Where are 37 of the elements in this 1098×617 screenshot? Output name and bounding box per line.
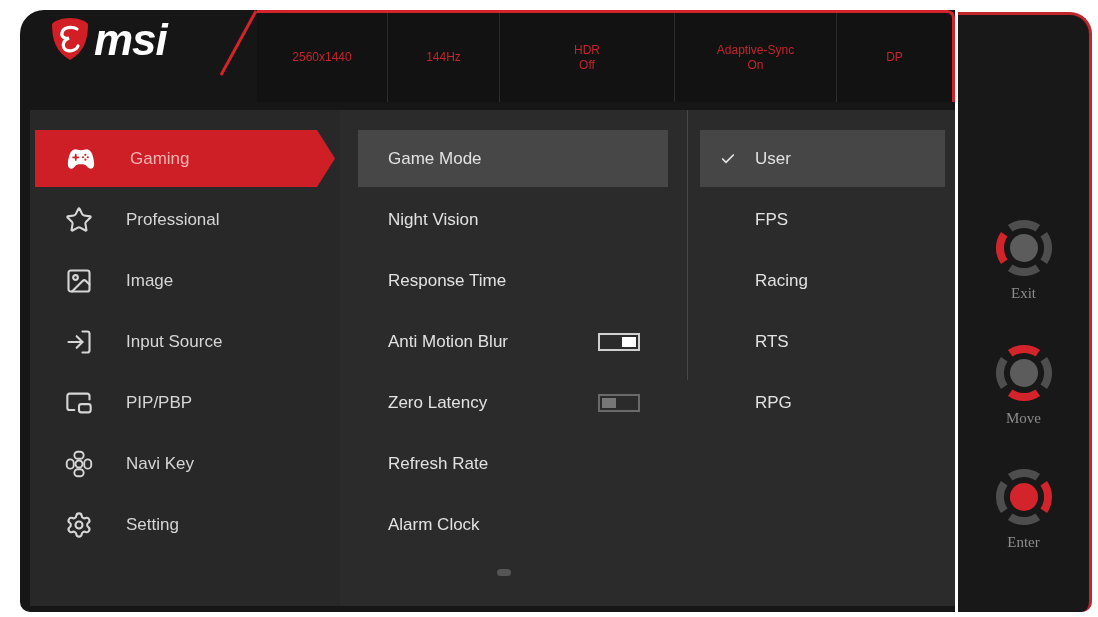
- image-icon: [65, 266, 93, 295]
- menu-item[interactable]: Professional: [35, 191, 335, 248]
- option-item[interactable]: User: [700, 130, 945, 187]
- status-label: 144Hz: [426, 50, 461, 65]
- status-label: HDR: [574, 42, 600, 58]
- option-item[interactable]: Racing: [700, 252, 945, 309]
- submenu-item[interactable]: Anti Motion Blur: [358, 313, 668, 370]
- navigation-keys-icon: [65, 449, 93, 478]
- submenu-item[interactable]: Zero Latency: [358, 374, 668, 431]
- status-label: DP: [886, 50, 903, 65]
- input-icon: [65, 327, 93, 356]
- star-icon: [65, 205, 93, 234]
- menu-item[interactable]: Input Source: [35, 313, 335, 370]
- menu-item[interactable]: Navi Key: [35, 435, 335, 492]
- status-value: On: [747, 57, 764, 73]
- submenu-item[interactable]: Game Mode: [358, 130, 668, 187]
- menu-item[interactable]: Setting: [35, 496, 335, 553]
- submenu-item[interactable]: Night Vision: [358, 191, 668, 248]
- scroll-indicator-icon: [496, 569, 511, 576]
- submenu-item[interactable]: Refresh Rate: [358, 435, 668, 492]
- brand-logo-text: msi: [94, 18, 167, 62]
- key-label: Enter: [1007, 533, 1040, 552]
- menu-item[interactable]: Image: [35, 252, 335, 309]
- submenu-item[interactable]: Response Time: [358, 252, 668, 309]
- toggle-switch[interactable]: [598, 393, 640, 412]
- submenu-item[interactable]: Alarm Clock: [358, 496, 668, 553]
- settings-icon: [65, 510, 93, 539]
- option-item[interactable]: FPS: [700, 191, 945, 248]
- menu-item[interactable]: PIP/PBP: [35, 374, 335, 431]
- status-label: 2560x1440: [292, 50, 352, 65]
- shield-logo-icon: [52, 18, 88, 60]
- option-item[interactable]: RTS: [700, 313, 945, 370]
- status-label: Adaptive-Sync: [716, 42, 795, 58]
- status-value: Off: [579, 57, 595, 73]
- key-label: Exit: [1011, 284, 1036, 303]
- option-item[interactable]: RPG: [700, 374, 945, 431]
- key-label: Move: [1006, 408, 1041, 428]
